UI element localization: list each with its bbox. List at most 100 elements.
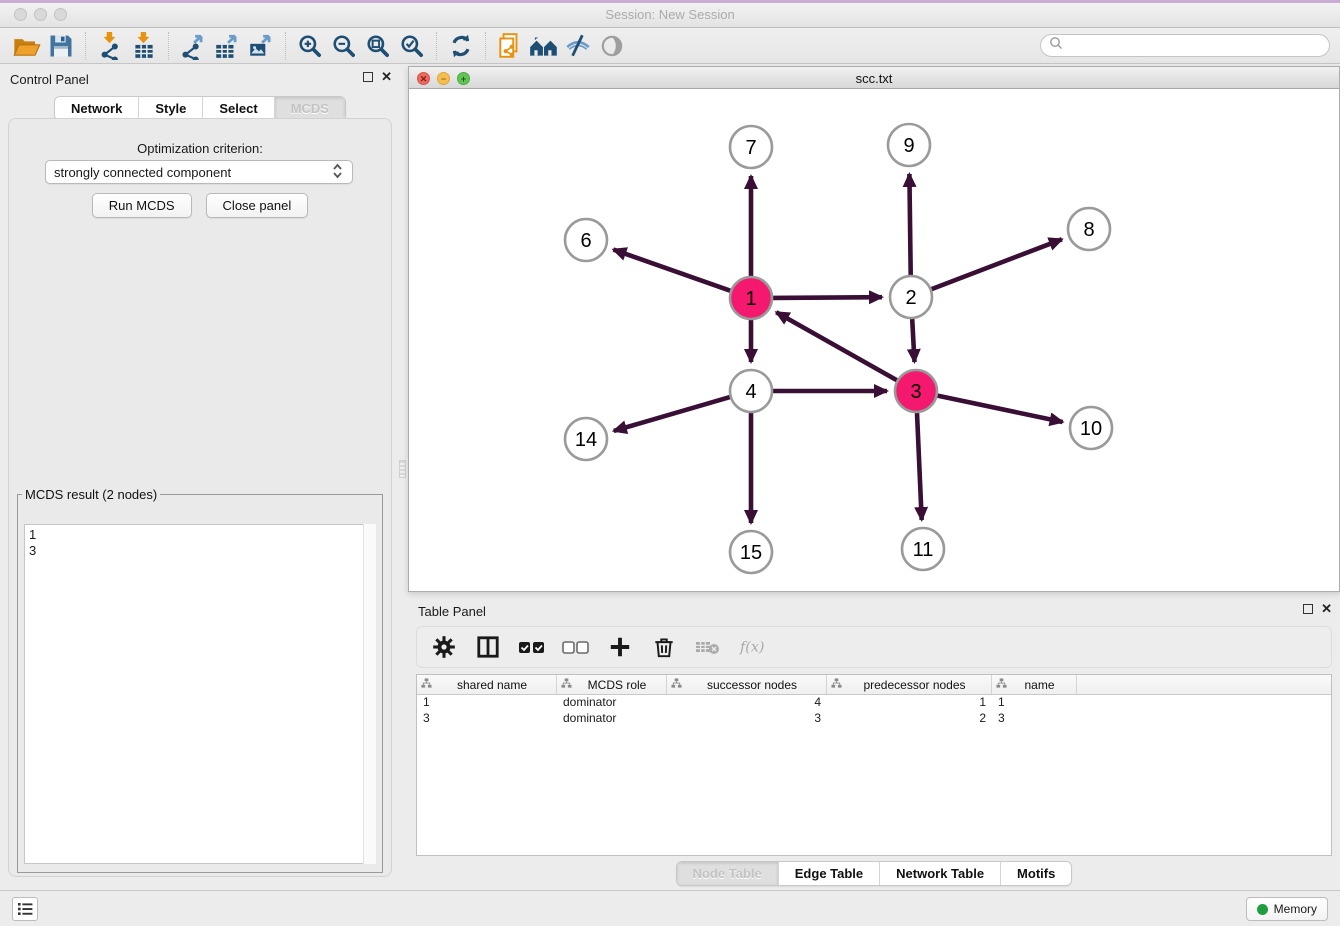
network-window-titlebar[interactable]: ✕ − + scc.txt <box>409 67 1339 89</box>
close-panel-icon[interactable]: ✕ <box>381 72 392 82</box>
toolbar-separator <box>485 32 486 60</box>
graph-node-7[interactable]: 7 <box>730 126 772 168</box>
table-cell[interactable]: dominator <box>557 695 667 711</box>
table-row[interactable]: 3dominator323 <box>417 711 1331 727</box>
select-all-icon[interactable] <box>517 632 547 662</box>
refresh-layout-icon[interactable] <box>444 31 478 61</box>
column-header-predecessor-nodes[interactable]: predecessor nodes <box>827 675 992 694</box>
export-table-icon[interactable] <box>210 31 244 61</box>
close-table-panel-icon[interactable]: ✕ <box>1321 604 1332 614</box>
tree-header-icon[interactable] <box>831 678 842 692</box>
table-cell[interactable]: 3 <box>417 711 557 727</box>
function-builder-icon: f(x) <box>737 632 767 662</box>
tree-header-icon[interactable] <box>671 678 682 692</box>
graph-node-1[interactable]: 1 <box>730 277 772 319</box>
mcds-panel: Optimization criterion: strongly connect… <box>8 118 392 877</box>
export-network-icon[interactable] <box>176 31 210 61</box>
close-panel-button[interactable]: Close panel <box>206 193 309 218</box>
graph-edge-2-9[interactable] <box>909 174 910 275</box>
import-table-icon[interactable] <box>127 31 161 61</box>
mcds-result-text[interactable]: 13 <box>24 524 376 864</box>
tab-mcds[interactable]: MCDS <box>274 97 345 120</box>
home-icon[interactable] <box>527 31 561 61</box>
column-header-shared-name[interactable]: shared name <box>417 675 557 694</box>
tree-header-icon[interactable] <box>561 678 572 692</box>
table-cell[interactable]: 1 <box>992 695 1077 711</box>
open-session-icon[interactable] <box>10 31 44 61</box>
table-settings-gear-icon[interactable] <box>429 632 459 662</box>
graph-node-6[interactable]: 6 <box>565 219 607 261</box>
export-image-icon[interactable] <box>244 31 278 61</box>
column-header-name[interactable]: name <box>992 675 1077 694</box>
search-input[interactable] <box>1068 39 1329 53</box>
graph-node-11[interactable]: 11 <box>902 528 944 570</box>
graph-edge-3-1[interactable] <box>776 312 897 380</box>
zoom-out-icon[interactable] <box>327 31 361 61</box>
optimization-criterion-select[interactable]: strongly connected component <box>45 160 353 184</box>
toolbar-separator <box>168 32 169 60</box>
table-cell[interactable]: dominator <box>557 711 667 727</box>
tab-network-table[interactable]: Network Table <box>879 862 1000 885</box>
tab-select[interactable]: Select <box>202 97 273 120</box>
table-cell[interactable]: 1 <box>417 695 557 711</box>
node-table[interactable]: shared nameMCDS rolesuccessor nodesprede… <box>416 674 1332 856</box>
graph-edge-3-10[interactable] <box>938 396 1063 422</box>
task-history-button[interactable] <box>12 897 38 921</box>
graph-edge-2-3[interactable] <box>912 319 914 362</box>
table-cell[interactable]: 3 <box>992 711 1077 727</box>
control-panel-title: Control Panel <box>10 72 89 87</box>
graph-node-14[interactable]: 14 <box>565 418 607 460</box>
graph-node-9[interactable]: 9 <box>888 124 930 166</box>
node-label: 10 <box>1080 418 1102 440</box>
graph-edge-2-8[interactable] <box>932 239 1062 289</box>
graph-node-4[interactable]: 4 <box>730 370 772 412</box>
tab-node-table[interactable]: Node Table <box>677 862 778 885</box>
mcds-result-scrollbar[interactable] <box>363 524 376 864</box>
graph-edge-4-14[interactable] <box>614 397 730 431</box>
import-network-icon[interactable] <box>93 31 127 61</box>
table-row[interactable]: 1dominator411 <box>417 695 1331 711</box>
float-panel-icon[interactable] <box>363 72 373 82</box>
graph-node-2[interactable]: 2 <box>890 276 932 318</box>
tab-edge-table[interactable]: Edge Table <box>778 862 879 885</box>
toolbar-separator <box>285 32 286 60</box>
selected-criterion: strongly connected component <box>54 165 331 180</box>
run-mcds-button[interactable]: Run MCDS <box>92 193 192 218</box>
graph-node-8[interactable]: 8 <box>1068 208 1110 250</box>
clone-network-icon[interactable] <box>493 31 527 61</box>
float-table-panel-icon[interactable] <box>1303 604 1313 614</box>
tab-network[interactable]: Network <box>55 97 138 120</box>
add-column-icon[interactable] <box>605 632 635 662</box>
zoom-in-icon[interactable] <box>293 31 327 61</box>
column-layout-icon[interactable] <box>473 632 503 662</box>
tab-style[interactable]: Style <box>138 97 202 120</box>
delete-column-icon[interactable] <box>649 632 679 662</box>
deselect-all-icon[interactable] <box>561 632 591 662</box>
graph-node-10[interactable]: 10 <box>1070 407 1112 449</box>
graph-node-3[interactable]: 3 <box>895 370 937 412</box>
network-title: scc.txt <box>409 71 1339 86</box>
table-cell[interactable]: 4 <box>667 695 827 711</box>
column-header-successor-nodes[interactable]: successor nodes <box>667 675 827 694</box>
graph-edge-1-2[interactable] <box>773 297 882 298</box>
table-cell[interactable]: 3 <box>667 711 827 727</box>
tree-header-icon[interactable] <box>996 678 1007 692</box>
node-label: 14 <box>575 429 597 451</box>
save-session-icon[interactable] <box>44 31 78 61</box>
table-cell[interactable]: 1 <box>827 695 992 711</box>
memory-button[interactable]: Memory <box>1246 897 1328 921</box>
zoom-selected-icon[interactable] <box>395 31 429 61</box>
node-label: 6 <box>580 230 591 252</box>
graph-node-15[interactable]: 15 <box>730 531 772 573</box>
graph-edge-3-11[interactable] <box>917 413 922 520</box>
panel-splitter-handle[interactable] <box>399 460 406 478</box>
tab-motifs[interactable]: Motifs <box>1000 862 1071 885</box>
table-cell[interactable]: 2 <box>827 711 992 727</box>
zoom-fit-icon[interactable] <box>361 31 395 61</box>
search-box[interactable] <box>1040 34 1330 57</box>
hide-eye-icon[interactable] <box>561 31 595 61</box>
tree-header-icon[interactable] <box>421 678 432 692</box>
network-canvas[interactable]: 7 9 6 8 1 2 4 3 14 10 15 11 <box>409 89 1339 591</box>
graph-edge-1-6[interactable] <box>613 250 730 291</box>
column-header-MCDS-role[interactable]: MCDS role <box>557 675 667 694</box>
